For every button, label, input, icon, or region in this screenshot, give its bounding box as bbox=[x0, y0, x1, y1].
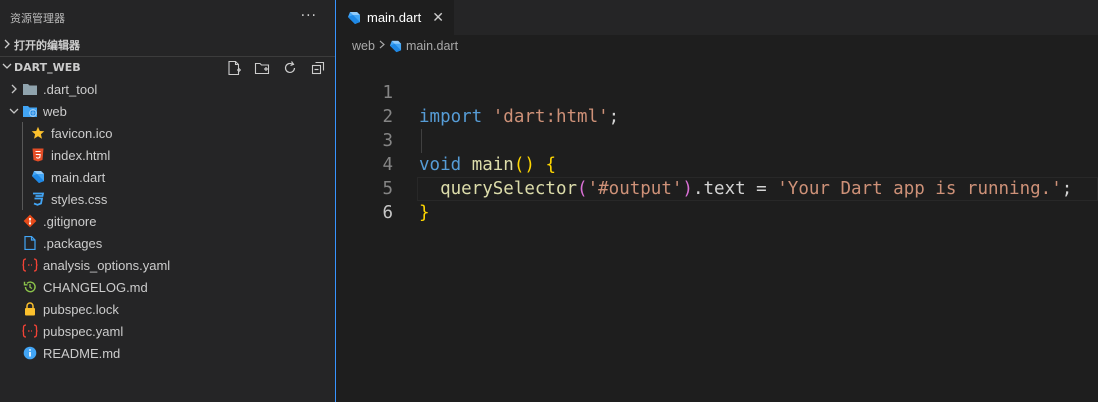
chevron-right-icon bbox=[0, 39, 14, 52]
chevron-right-icon bbox=[6, 84, 22, 94]
tree-item-label: main.dart bbox=[51, 169, 106, 185]
folder-icon bbox=[22, 81, 38, 97]
tree-item-label: README.md bbox=[43, 345, 121, 361]
chevron-down-icon bbox=[6, 107, 22, 115]
tree-item-pubspec-lock[interactable]: pubspec.lock bbox=[0, 298, 335, 320]
tab-bar: main.dart ✕ bbox=[337, 0, 1098, 35]
tree-item-label: .gitignore bbox=[43, 213, 97, 229]
tree-item-dart-tool[interactable]: .dart_tool bbox=[0, 78, 335, 100]
new-file-icon[interactable] bbox=[223, 59, 245, 77]
tree-item-label: pubspec.yaml bbox=[43, 323, 124, 339]
tree-item-styles-css[interactable]: styles.css bbox=[0, 188, 335, 210]
tree-item-main-dart[interactable]: main.dart bbox=[0, 166, 335, 188]
close-icon[interactable]: ✕ bbox=[432, 9, 444, 26]
html-icon bbox=[30, 147, 46, 163]
breadcrumb-folder[interactable]: web bbox=[352, 39, 375, 53]
tree-item-label: .packages bbox=[43, 235, 103, 251]
chevron-right-icon bbox=[379, 40, 385, 52]
editor-area: main.dart ✕ web main.dart 1 import 'dart… bbox=[337, 0, 1098, 402]
code-line: 3 void main() { bbox=[337, 105, 1098, 175]
explorer-title-label: 资源管理器 bbox=[10, 11, 65, 25]
explorer-sidebar: 资源管理器 ··· 打开的编辑器 DART_WEB .dart_tool web… bbox=[0, 0, 336, 402]
code-line: 6 bbox=[337, 177, 1098, 223]
tree-item-label: CHANGELOG.md bbox=[43, 279, 148, 295]
folder-label: DART_WEB bbox=[14, 61, 81, 74]
file-tree: .dart_tool web favicon.ico index.html ma… bbox=[0, 78, 335, 364]
code-line: 4 querySelector('#output').text = 'Your … bbox=[337, 129, 1098, 199]
yaml-icon bbox=[22, 323, 38, 339]
tree-item-label: favicon.ico bbox=[51, 125, 113, 141]
info-icon bbox=[22, 345, 38, 361]
tab-label: main.dart bbox=[367, 10, 422, 25]
folder-actions bbox=[223, 59, 329, 77]
star-icon bbox=[30, 125, 46, 141]
yaml-icon bbox=[22, 257, 38, 273]
explorer-title: 资源管理器 ··· bbox=[0, 0, 335, 35]
tree-item-readme[interactable]: README.md bbox=[0, 342, 335, 364]
code-token: } bbox=[419, 203, 430, 223]
breadcrumb: web main.dart bbox=[337, 35, 1098, 57]
tree-item-analysis-options[interactable]: analysis_options.yaml bbox=[0, 254, 335, 276]
dart-icon bbox=[347, 11, 361, 25]
git-icon bbox=[22, 213, 38, 229]
tree-item-changelog[interactable]: CHANGELOG.md bbox=[0, 276, 335, 298]
line-number: 6 bbox=[382, 203, 393, 223]
tree-item-web[interactable]: web bbox=[0, 100, 335, 122]
tree-item-favicon[interactable]: favicon.ico bbox=[0, 122, 335, 144]
code-line: 5 } bbox=[337, 153, 1098, 223]
tree-item-label: web bbox=[43, 103, 67, 119]
folder-section-header[interactable]: DART_WEB bbox=[0, 56, 335, 78]
new-folder-icon[interactable] bbox=[251, 59, 273, 77]
file-icon bbox=[22, 235, 38, 251]
web-folder-icon bbox=[22, 103, 38, 119]
tree-item-label: pubspec.lock bbox=[43, 301, 119, 317]
code-line: 1 import 'dart:html'; bbox=[337, 57, 1098, 127]
tree-item-label: analysis_options.yaml bbox=[43, 257, 171, 273]
collapse-all-icon[interactable] bbox=[307, 59, 329, 77]
chevron-down-icon bbox=[0, 61, 14, 74]
tree-item-packages[interactable]: .packages bbox=[0, 232, 335, 254]
dart-icon bbox=[389, 40, 402, 53]
tree-item-label: .dart_tool bbox=[43, 81, 98, 97]
refresh-icon[interactable] bbox=[279, 59, 301, 77]
tree-item-index-html[interactable]: index.html bbox=[0, 144, 335, 166]
code-line: 2 bbox=[337, 81, 1098, 127]
tree-item-label: index.html bbox=[51, 147, 111, 163]
more-actions-icon[interactable]: ··· bbox=[301, 8, 317, 24]
tree-item-label: styles.css bbox=[51, 191, 108, 207]
tab-main-dart[interactable]: main.dart ✕ bbox=[337, 0, 454, 35]
open-editors-section[interactable]: 打开的编辑器 bbox=[0, 34, 335, 56]
breadcrumb-file[interactable]: main.dart bbox=[406, 39, 458, 53]
tree-item-pubspec-yaml[interactable]: pubspec.yaml bbox=[0, 320, 335, 342]
code-editor[interactable]: 1 import 'dart:html'; 2 3 void main() { … bbox=[337, 57, 1098, 223]
css-icon bbox=[30, 191, 46, 207]
history-icon bbox=[22, 279, 38, 295]
lock-icon bbox=[22, 301, 38, 317]
open-editors-label: 打开的编辑器 bbox=[14, 39, 80, 52]
tree-item-gitignore[interactable]: .gitignore bbox=[0, 210, 335, 232]
dart-icon bbox=[30, 169, 46, 185]
